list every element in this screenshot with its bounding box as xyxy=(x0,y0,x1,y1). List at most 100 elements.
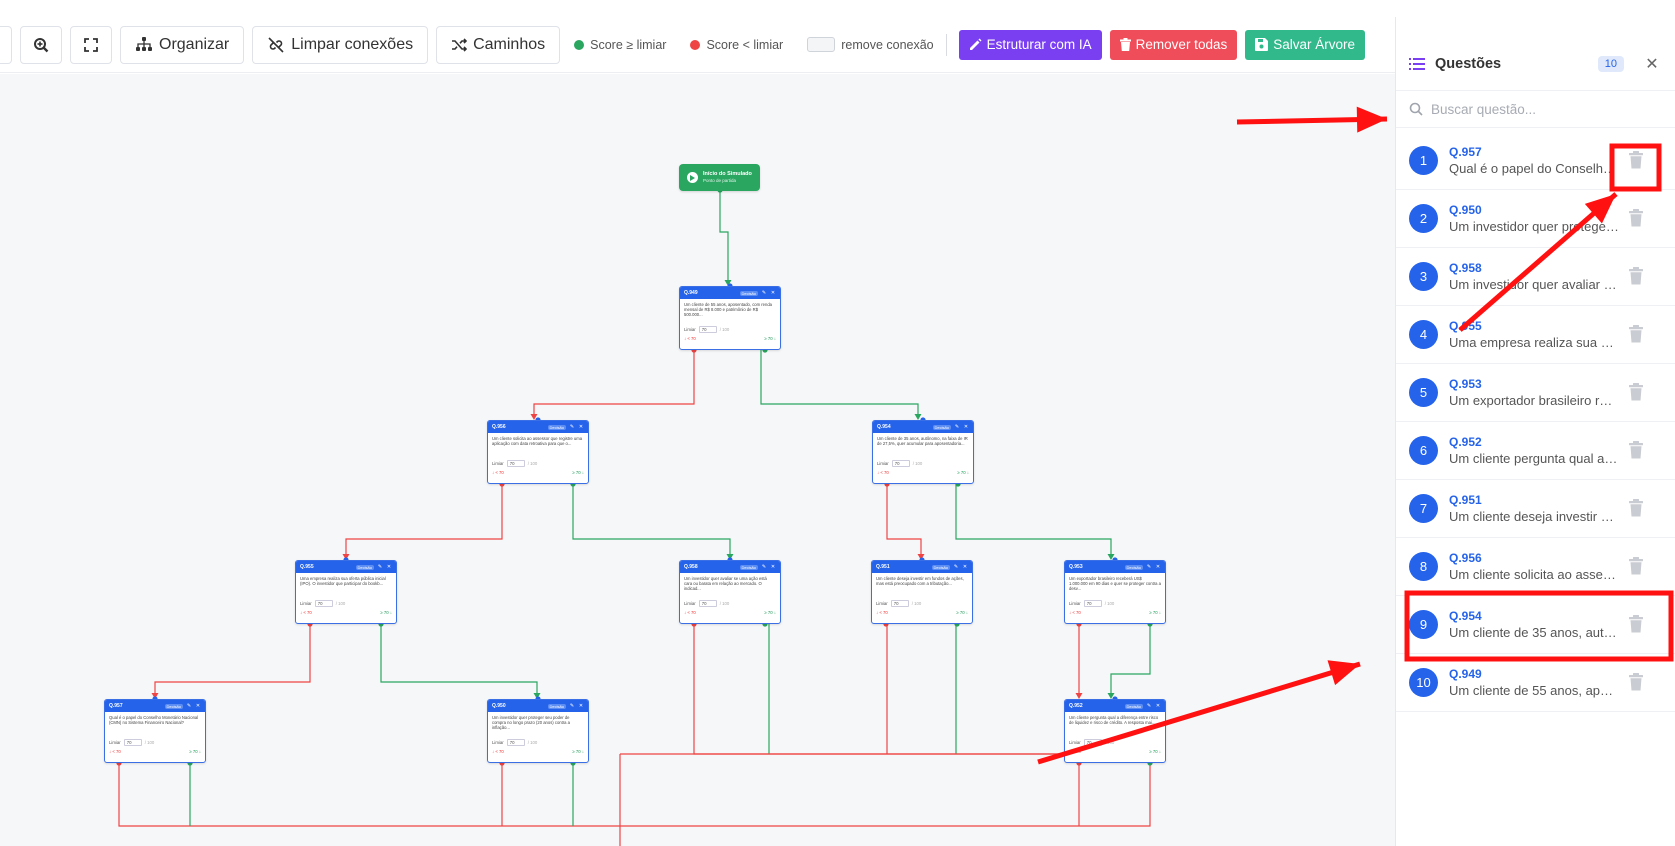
question-list-item[interactable]: 10 Q.949 Um cliente de 55 anos, aposenta… xyxy=(1396,654,1675,712)
node-text: Um exportador brasileiro receberá US$ 1.… xyxy=(1069,576,1161,592)
limiar-input[interactable]: 70 xyxy=(506,739,525,746)
trash-icon[interactable] xyxy=(1628,209,1644,227)
connection-above[interactable] xyxy=(380,624,538,693)
node-header: Q.951 Decisão ✎ ✕ xyxy=(872,561,972,573)
connection-below[interactable] xyxy=(533,350,695,414)
question-list-item[interactable]: 4 Q.955 Uma empresa realiza sua oferta p… xyxy=(1396,306,1675,364)
question-node[interactable]: Q.950 Decisão ✎ ✕ Um investidor quer pro… xyxy=(487,699,589,763)
node-footer: ↓ < 70 ≥ 70 ↓ xyxy=(872,608,972,617)
close-icon[interactable]: ✕ xyxy=(770,290,776,296)
limiar-input[interactable]: 70 xyxy=(506,460,525,467)
connection-above[interactable] xyxy=(760,350,919,414)
trash-icon[interactable] xyxy=(1628,267,1644,285)
limiar-suffix: / 100 xyxy=(335,601,346,606)
trash-icon[interactable] xyxy=(1628,441,1644,459)
question-node[interactable]: Q.954 Decisão ✎ ✕ Um cliente de 35 anos,… xyxy=(872,420,974,484)
limiar-input[interactable]: 70 xyxy=(123,739,142,746)
limiar-input[interactable]: 70 xyxy=(698,600,717,607)
close-icon[interactable]: ✕ xyxy=(963,424,969,430)
remove-all-button[interactable]: Remover todas xyxy=(1109,29,1238,60)
connection-below[interactable] xyxy=(154,624,311,693)
question-list-item[interactable]: 1 Q.957 Qual é o papel do Conselho Monet… xyxy=(1396,132,1675,190)
close-icon[interactable]: ✕ xyxy=(962,564,968,570)
connection-above[interactable] xyxy=(955,484,1112,554)
zoom-in-button[interactable] xyxy=(20,25,62,64)
trash-icon[interactable] xyxy=(1628,383,1644,401)
trash-icon[interactable] xyxy=(1628,151,1644,169)
edit-icon[interactable]: ✎ xyxy=(1146,564,1152,570)
question-node[interactable]: Q.956 Decisão ✎ ✕ Um cliente solicita ao… xyxy=(487,420,589,484)
connection-above[interactable] xyxy=(572,484,731,554)
question-list-item[interactable]: 9 Q.954 Um cliente de 35 anos, autônomo xyxy=(1396,596,1675,654)
ai-structure-button[interactable]: Estruturar com IA xyxy=(958,29,1102,60)
node-id: Q.957 xyxy=(109,703,123,709)
edit-icon[interactable]: ✎ xyxy=(954,424,960,430)
connection-below[interactable] xyxy=(118,764,1151,827)
below-port-label: ↓ < 70 xyxy=(492,749,504,754)
clear-connections-button[interactable]: Limpar conexões xyxy=(252,25,429,64)
limiar-label: Limiar xyxy=(492,461,504,466)
edit-icon[interactable]: ✎ xyxy=(761,290,767,296)
close-icon[interactable]: ✕ xyxy=(1155,703,1161,709)
paths-button[interactable]: Caminhos xyxy=(436,25,561,64)
node-footer: ↓ < 70 ≥ 70 ↓ xyxy=(488,468,588,477)
question-node[interactable]: Q.952 Decisão ✎ ✕ Um cliente pergunta qu… xyxy=(1064,699,1166,763)
question-list-item[interactable]: 7 Q.951 Um cliente deseja investir em fu… xyxy=(1396,480,1675,538)
question-node[interactable]: Q.957 Decisão ✎ ✕ Qual é o papel do Cons… xyxy=(104,699,206,763)
edit-icon[interactable]: ✎ xyxy=(761,564,767,570)
question-list-item[interactable]: 3 Q.958 Um investidor quer avaliar se um… xyxy=(1396,248,1675,306)
question-node[interactable]: Q.958 Decisão ✎ ✕ Um investidor quer ava… xyxy=(679,560,781,624)
organize-button[interactable]: Organizar xyxy=(120,25,245,64)
edit-icon[interactable]: ✎ xyxy=(1146,703,1152,709)
above-port-label: ≥ 70 ↓ xyxy=(189,749,201,754)
above-port-label: ≥ 70 ↓ xyxy=(764,336,776,341)
limiar-input[interactable]: 70 xyxy=(891,460,910,467)
limiar-input[interactable]: 70 xyxy=(314,600,333,607)
question-list-item[interactable]: 6 Q.952 Um cliente pergunta qual a difer… xyxy=(1396,422,1675,480)
close-icon[interactable]: ✕ xyxy=(195,703,201,709)
question-node[interactable]: Q.951 Decisão ✎ ✕ Um cliente deseja inve… xyxy=(871,560,973,624)
start-node[interactable]: Início do Simulado Ponto de partida xyxy=(679,164,760,191)
node-text: Um cliente solicita ao assessor que regi… xyxy=(492,436,583,447)
legend-above: Score ≥ limiar xyxy=(590,37,667,52)
limiar-input[interactable]: 70 xyxy=(1083,600,1102,607)
question-node[interactable]: Q.955 Decisão ✎ ✕ Uma empresa realiza su… xyxy=(295,560,397,624)
trash-icon[interactable] xyxy=(1628,325,1644,343)
connection-below[interactable] xyxy=(886,484,922,554)
edit-icon[interactable]: ✎ xyxy=(377,564,383,570)
limiar-input[interactable]: 70 xyxy=(890,600,909,607)
connection-above[interactable] xyxy=(719,190,729,280)
edit-icon[interactable]: ✎ xyxy=(569,424,575,430)
limiar-input[interactable]: 70 xyxy=(698,326,717,333)
below-port-label: ↓ < 70 xyxy=(877,470,889,475)
trash-icon[interactable] xyxy=(1628,673,1644,691)
above-port-label: ≥ 70 ↓ xyxy=(572,749,584,754)
toolbar-left-button[interactable] xyxy=(0,25,12,64)
node-limiar: Limiar 70 / 100 xyxy=(1065,599,1165,608)
question-node[interactable]: Q.953 Decisão ✎ ✕ Um exportador brasilei… xyxy=(1064,560,1166,624)
trash-icon[interactable] xyxy=(1628,499,1644,517)
connection-above[interactable] xyxy=(1110,624,1151,693)
question-node[interactable]: Q.949 Decisão ✎ ✕ Um cliente de 55 anos,… xyxy=(679,286,781,350)
close-icon[interactable]: ✕ xyxy=(770,564,776,570)
question-list-item[interactable]: 8 Q.956 Um cliente solicita ao assessor xyxy=(1396,538,1675,596)
flow-canvas[interactable]: Início do Simulado Ponto de partida Q.94… xyxy=(0,74,1395,846)
trash-icon[interactable] xyxy=(1628,557,1644,575)
edit-icon[interactable]: ✎ xyxy=(569,703,575,709)
search-input[interactable] xyxy=(1431,101,1631,117)
fullscreen-button[interactable] xyxy=(70,25,112,64)
connection-below[interactable] xyxy=(345,484,503,554)
close-icon[interactable]: ✕ xyxy=(578,424,584,430)
close-icon[interactable]: ✕ xyxy=(578,703,584,709)
edit-icon[interactable]: ✎ xyxy=(186,703,192,709)
question-list-item[interactable]: 2 Q.950 Um investidor quer proteger seu … xyxy=(1396,190,1675,248)
limiar-input[interactable]: 70 xyxy=(1083,739,1102,746)
question-list-item[interactable]: 5 Q.953 Um exportador brasileiro receber… xyxy=(1396,364,1675,422)
question-number-badge: 6 xyxy=(1409,436,1438,465)
trash-icon[interactable] xyxy=(1628,615,1644,633)
save-tree-button[interactable]: Salvar Árvore xyxy=(1245,29,1365,60)
close-icon[interactable]: ✕ xyxy=(386,564,392,570)
close-icon[interactable]: ✕ xyxy=(1155,564,1161,570)
edit-icon[interactable]: ✎ xyxy=(953,564,959,570)
close-panel-icon[interactable]: ✕ xyxy=(1640,54,1664,74)
